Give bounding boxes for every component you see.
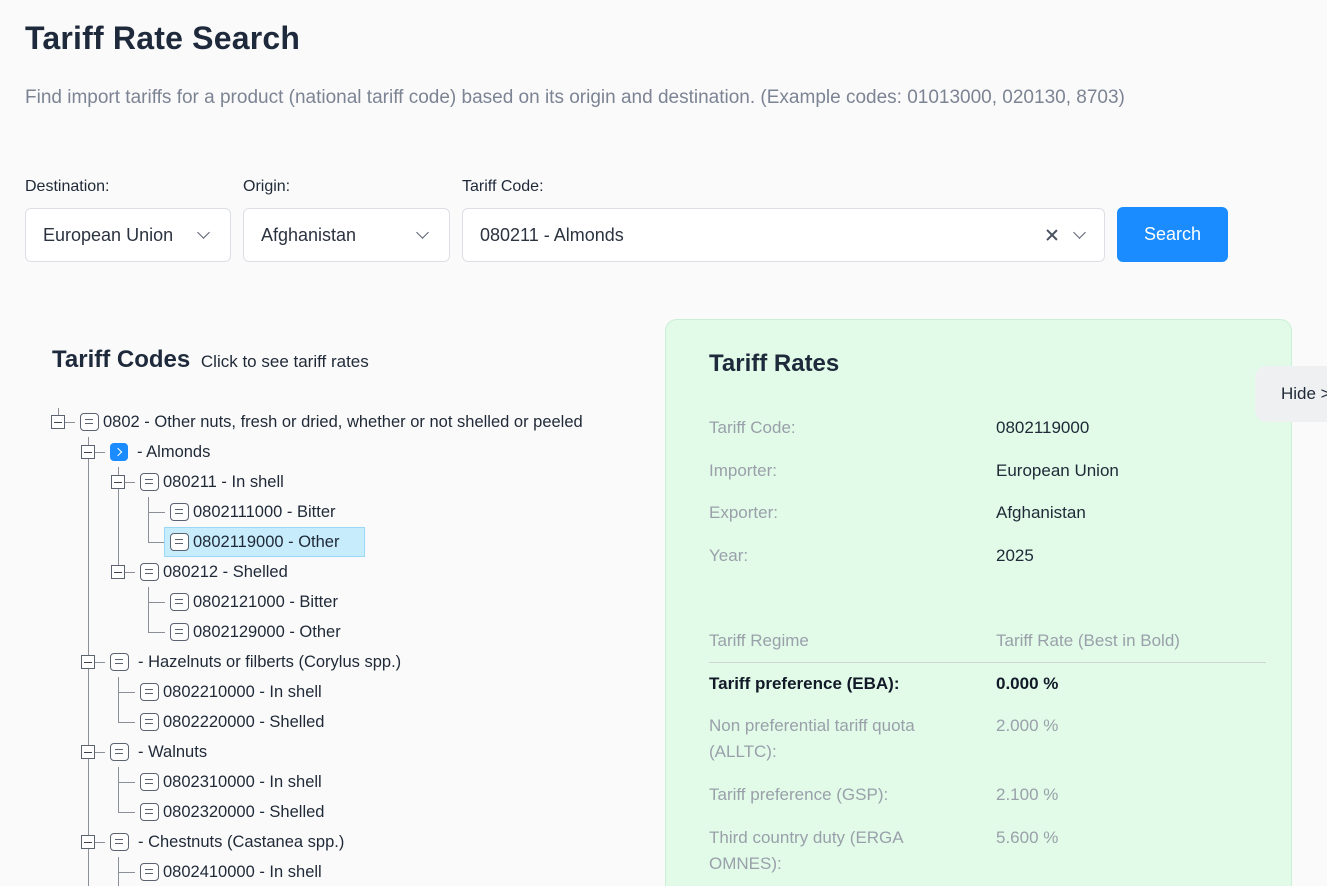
info-label-exporter: Exporter: <box>709 503 778 522</box>
info-value-tariff-code: 0802119000 <box>996 418 1090 437</box>
tree-node-0802[interactable]: 0802 - Other nuts, fresh or dried, wheth… <box>80 407 592 437</box>
collapse-toggle-icon[interactable] <box>51 415 65 429</box>
regime-value-alltc: 2.000 % <box>996 716 1059 735</box>
rate-column-header: Tariff Rate (Best in Bold) <box>996 631 1180 650</box>
tree-node-label: 080212 - Shelled <box>163 562 288 581</box>
collapse-toggle-icon[interactable] <box>81 745 95 759</box>
info-value-exporter: Afghanistan <box>996 503 1086 522</box>
document-icon <box>140 473 159 491</box>
tree-node-0802410000[interactable]: 0802410000 - In shell <box>140 857 331 886</box>
regime-column-header: Tariff Regime <box>709 631 809 650</box>
info-label-year: Year: <box>709 546 749 565</box>
regime-label-erga-omnes: Third country duty (ERGA OMNES): <box>709 828 903 873</box>
tariff-code-tree: 0802 - Other nuts, fresh or dried, wheth… <box>0 0 660 886</box>
tree-node-label: 0802220000 - Shelled <box>163 712 325 731</box>
regime-value-eba: 0.000 % <box>996 674 1059 693</box>
tree-node-0802210000[interactable]: 0802210000 - In shell <box>140 677 331 707</box>
chevron-down-icon[interactable] <box>1074 229 1086 241</box>
tree-node-label: 0802111000 - Bitter <box>193 502 336 521</box>
regime-label-eba: Tariff preference (EBA): <box>709 674 900 693</box>
tree-node-walnuts[interactable]: - Walnuts <box>110 737 216 767</box>
tariff-rates-panel: Tariff Rates Tariff Code: 0802119000 Imp… <box>665 319 1292 886</box>
info-label-importer: Importer: <box>709 461 778 480</box>
document-icon <box>140 713 159 731</box>
regime-value-gsp: 2.100 % <box>996 785 1059 804</box>
document-icon <box>170 593 189 611</box>
collapse-toggle-icon[interactable] <box>81 835 95 849</box>
tree-node-0802111000[interactable]: 0802111000 - Bitter <box>170 497 345 527</box>
tree-node-label: - Chestnuts (Castanea spp.) <box>138 832 345 851</box>
document-icon <box>110 743 129 761</box>
tree-node-0802129000[interactable]: 0802129000 - Other <box>170 617 350 647</box>
collapse-toggle-icon[interactable] <box>111 475 125 489</box>
document-icon <box>110 833 129 851</box>
collapse-toggle-icon[interactable] <box>81 445 95 459</box>
tree-node-0802310000[interactable]: 0802310000 - In shell <box>140 767 331 797</box>
tree-node-label: 0802310000 - In shell <box>163 772 322 791</box>
document-icon <box>170 533 189 551</box>
tree-node-label: - Hazelnuts or filberts (Corylus spp.) <box>138 652 402 671</box>
collapse-toggle-icon[interactable] <box>81 655 95 669</box>
document-icon <box>140 863 159 881</box>
document-icon <box>170 623 189 641</box>
tree-node-label: 0802121000 - Bitter <box>193 592 338 611</box>
regime-label-gsp: Tariff preference (GSP): <box>709 785 889 804</box>
regime-label-alltc: Non preferential tariff quota (ALLTC): <box>709 716 915 761</box>
document-icon <box>110 653 129 671</box>
tree-node-0802320000[interactable]: 0802320000 - Shelled <box>140 797 333 827</box>
tree-node-hazelnuts[interactable]: - Hazelnuts or filberts (Corylus spp.) <box>110 647 410 677</box>
tree-node-label: - Walnuts <box>138 742 208 761</box>
tree-node-0802220000[interactable]: 0802220000 - Shelled <box>140 707 333 737</box>
info-value-importer: European Union <box>996 461 1119 480</box>
info-label-tariff-code: Tariff Code: <box>709 418 796 437</box>
tree-node-0802121000[interactable]: 0802121000 - Bitter <box>170 587 347 617</box>
tree-node-label: - Almonds <box>137 442 211 461</box>
tree-node-label: 080211 - In shell <box>163 472 284 491</box>
document-icon <box>140 773 159 791</box>
tree-node-chestnuts[interactable]: - Chestnuts (Castanea spp.) <box>110 827 353 857</box>
table-divider <box>709 662 1266 663</box>
tree-node-080212[interactable]: 080212 - Shelled <box>140 557 297 587</box>
tree-node-label: 0802129000 - Other <box>193 622 341 641</box>
document-icon <box>80 413 99 431</box>
document-icon <box>140 683 159 701</box>
tree-node-label: 0802 - Other nuts, fresh or dried, wheth… <box>103 412 583 431</box>
tree-node-label: 0802119000 - Other <box>193 532 340 551</box>
clear-icon[interactable] <box>1044 227 1060 243</box>
tree-node-0802119000-selected[interactable]: 0802119000 - Other <box>164 527 365 557</box>
document-icon <box>140 803 159 821</box>
tariff-rates-title: Tariff Rates <box>709 350 840 377</box>
tree-node-label: 0802410000 - In shell <box>163 862 322 881</box>
collapse-toggle-icon[interactable] <box>111 565 125 579</box>
chevron-right-icon[interactable] <box>110 443 128 461</box>
hide-panel-button[interactable]: Hide > <box>1255 366 1327 422</box>
info-value-year: 2025 <box>996 546 1034 565</box>
tree-node-label: 0802210000 - In shell <box>163 682 322 701</box>
tree-node-almonds[interactable]: - Almonds <box>110 437 219 467</box>
tree-node-080211[interactable]: 080211 - In shell <box>140 467 293 497</box>
document-icon <box>140 563 159 581</box>
regime-value-erga-omnes: 5.600 % <box>996 828 1059 847</box>
search-button[interactable]: Search <box>1117 207 1228 262</box>
tree-node-label: 0802320000 - Shelled <box>163 802 325 821</box>
document-icon <box>170 503 189 521</box>
